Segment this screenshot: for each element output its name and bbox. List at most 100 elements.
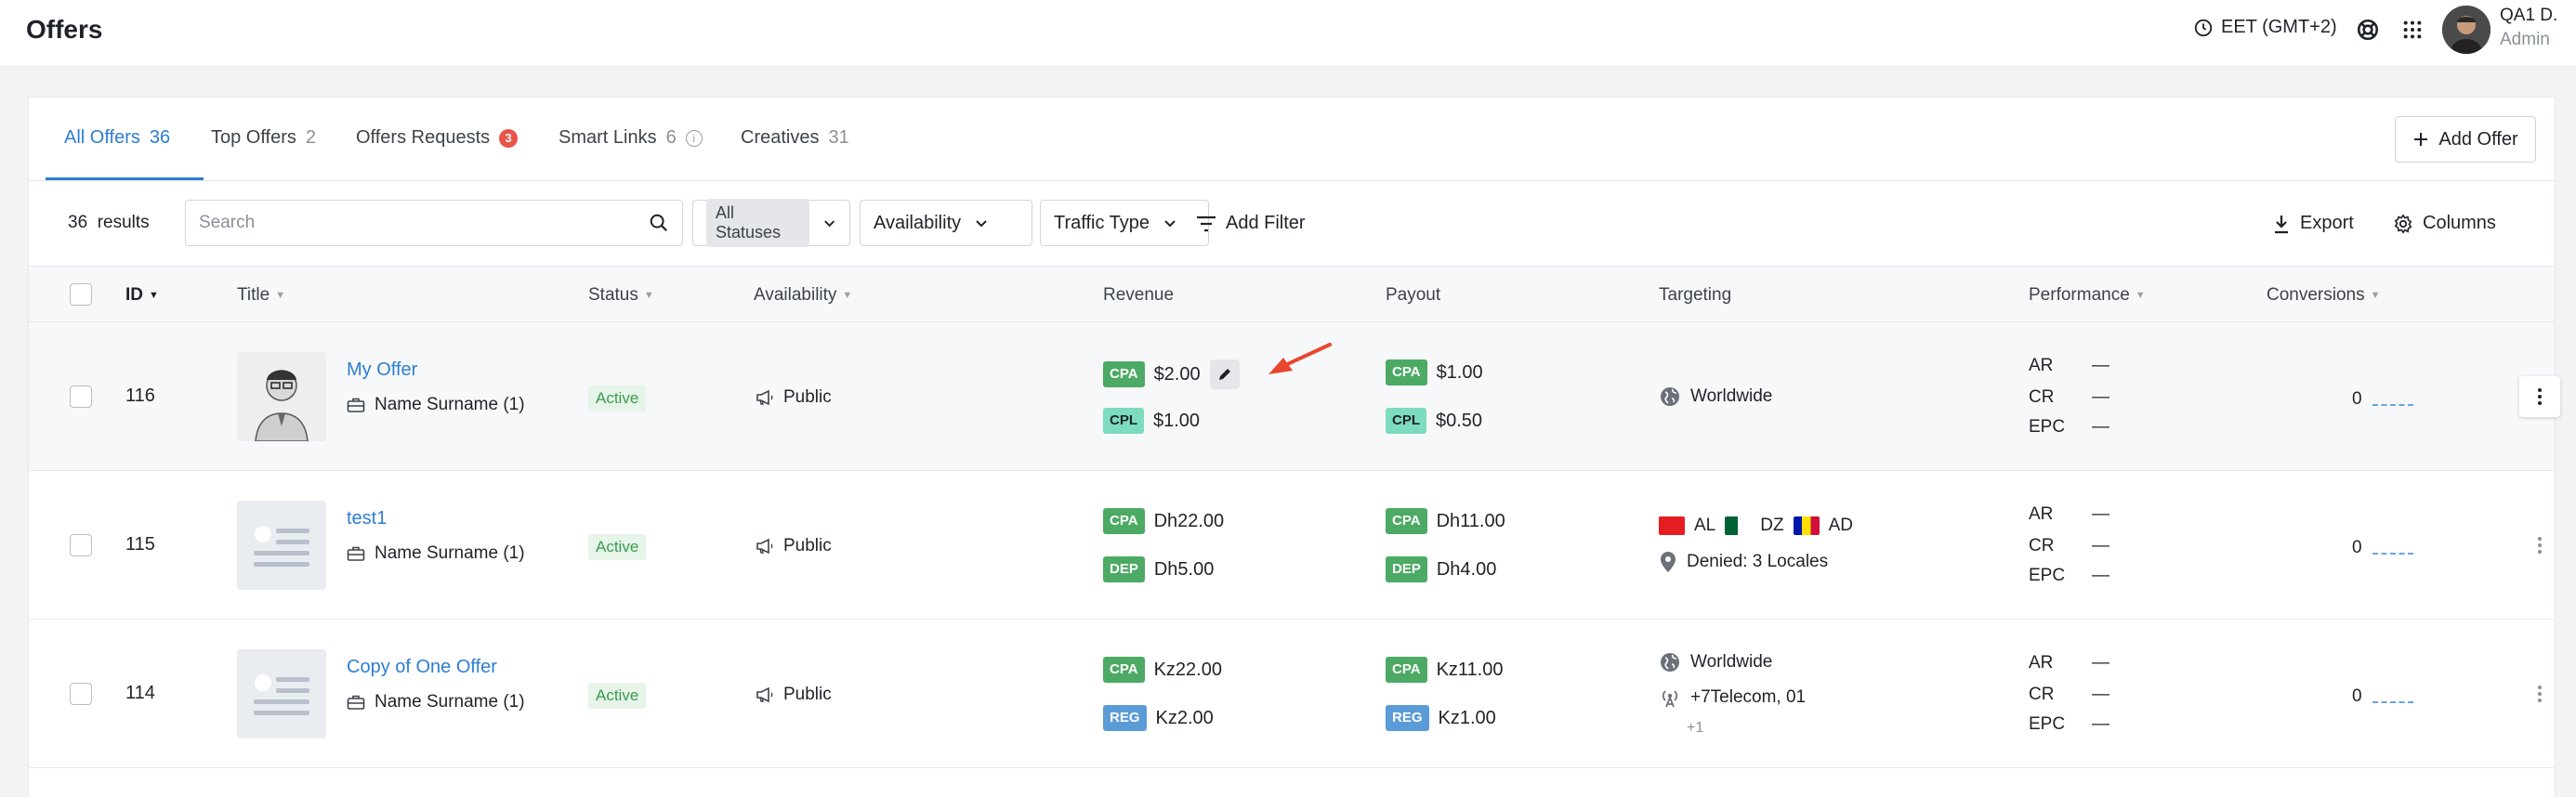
apps-grid-icon[interactable] [2399,17,2425,43]
owner-name: Name Surname (1) [375,543,525,563]
perf-cr-label: CR [2029,387,2055,407]
payout-line: DEP Dh4.00 [1386,556,1496,582]
antenna-icon [1662,690,1678,708]
column-label: Targeting [1659,285,1732,305]
andorra-flag-icon [1793,516,1820,535]
user-name: QA1 D. [2500,6,2558,25]
table-row[interactable]: 115 test1 Name Surname (1) Active Public… [29,471,2555,620]
column-header-availability[interactable]: Availability ▼ [754,285,852,306]
megaphone-icon [756,389,773,406]
payout-type-tag: DEP [1386,556,1427,582]
support-icon[interactable] [2355,17,2381,43]
select-all-checkbox[interactable] [70,283,92,306]
column-header-revenue: Revenue [1103,285,1174,306]
payout-type-tag: CPL [1386,408,1426,434]
country-code: AL [1694,516,1716,535]
tab-count: 2 [305,127,317,148]
albania-flag-icon [1659,516,1685,535]
timezone-selector[interactable]: EET (GMT+2) [2193,17,2337,38]
column-header-title[interactable]: Title ▼ [237,285,285,306]
column-header-performance[interactable]: Performance ▼ [2029,285,2146,306]
availability-value: Public [783,685,832,704]
row-checkbox[interactable] [70,385,92,408]
edit-revenue-button[interactable] [1209,359,1240,389]
availability-cell: Public [756,685,832,705]
sort-icon: ▼ [842,290,853,301]
sort-desc-icon: ▼ [149,290,159,301]
add-filter-label: Add Filter [1226,213,1306,233]
results-number: 36 [68,213,88,232]
payout-line: CPA Kz11.00 [1386,657,1503,683]
country-code: AD [1828,516,1853,535]
traffic-type-select[interactable]: Traffic Type [1040,200,1209,246]
row-actions-menu[interactable] [2519,376,2560,417]
status-badge: Active [588,683,647,709]
status-select[interactable]: All Statuses [692,199,850,247]
gear-icon [2394,213,2412,234]
payout-type-tag: REG [1386,705,1429,731]
column-label: Revenue [1103,285,1175,305]
add-offer-button[interactable]: Add Offer [2395,116,2536,163]
export-button[interactable]: Export [2272,213,2354,234]
perf-epc-label: EPC [2029,714,2066,734]
tab-creatives[interactable]: Creatives 31 [741,127,849,149]
tab-label: All Offers [64,127,140,148]
column-header-status[interactable]: Status ▼ [588,285,654,306]
payout-line: CPA Dh11.00 [1386,508,1505,534]
perf-epc-label: EPC [2029,417,2066,437]
payout-type-tag: CPA [1103,657,1145,683]
targeting-countries: AL DZ AD [1659,516,1853,536]
table-row[interactable]: 114 Copy of One Offer Name Surname (1) A… [29,620,2555,768]
add-filter-button[interactable]: Add Filter [1196,213,1306,234]
chevron-down-icon [823,220,835,228]
row-actions-menu[interactable] [2519,673,2560,714]
status-badge: Active [588,534,647,560]
column-label: Status [588,285,638,305]
location-pin-icon [1661,552,1676,572]
column-header-targeting: Targeting [1659,285,1731,306]
tab-top-offers[interactable]: Top Offers 2 [211,127,316,149]
table-row[interactable]: 116 My Offer Name Surname (1) Active Pub… [29,322,2560,471]
payout-type-tag: CPA [1386,657,1427,683]
targeting-denied: Denied: 3 Locales [1659,551,1828,573]
conversions-value: 0 [2352,538,2362,557]
row-checkbox[interactable] [70,534,92,556]
revenue-value: Dh22.00 [1153,510,1225,531]
tab-offers-requests[interactable]: Offers Requests 3 [356,127,519,149]
search-icon[interactable] [649,213,669,233]
timezone-label: EET (GMT+2) [2221,17,2337,37]
offer-id: 116 [125,385,155,406]
search-box[interactable] [185,200,683,246]
offer-id: 114 [125,683,155,703]
globe-icon [1661,653,1679,672]
columns-button[interactable]: Columns [2393,213,2496,234]
megaphone-icon [756,686,773,703]
targeting-value: Denied: 3 Locales [1687,552,1829,571]
payout-value: Dh11.00 [1436,510,1505,531]
offer-title-link[interactable]: Copy of One Offer [347,657,497,678]
targeting-more-count[interactable]: +1 [1687,720,1703,737]
requests-count-badge: 3 [499,128,519,148]
tab-all-offers[interactable]: All Offers 36 [64,127,170,149]
revenue-value: Dh5.00 [1153,558,1215,580]
row-actions-menu[interactable] [2519,525,2560,566]
revenue-line: CPA Dh22.00 [1103,508,1224,534]
payout-value: Kz11.00 [1436,659,1504,680]
row-checkbox[interactable] [70,683,92,705]
user-role: Admin [2500,30,2550,49]
user-avatar[interactable] [2442,6,2491,54]
briefcase-icon [347,546,365,561]
offer-title-link[interactable]: test1 [347,508,387,529]
payout-value: $1.00 [1436,361,1483,383]
payout-line: CPA $1.00 [1386,359,1483,385]
column-header-id[interactable]: ID ▼ [125,285,159,306]
column-header-conversions[interactable]: Conversions ▼ [2267,285,2381,306]
info-icon[interactable]: i [685,129,703,147]
chevron-down-icon [1164,220,1176,228]
availability-select[interactable]: Availability [860,200,1032,246]
conversions-sparkline [2372,404,2413,406]
search-input[interactable] [199,213,649,233]
offer-title-link[interactable]: My Offer [347,359,417,381]
tab-smart-links[interactable]: Smart Links 6 i [559,127,703,149]
revenue-value: $2.00 [1153,363,1201,385]
